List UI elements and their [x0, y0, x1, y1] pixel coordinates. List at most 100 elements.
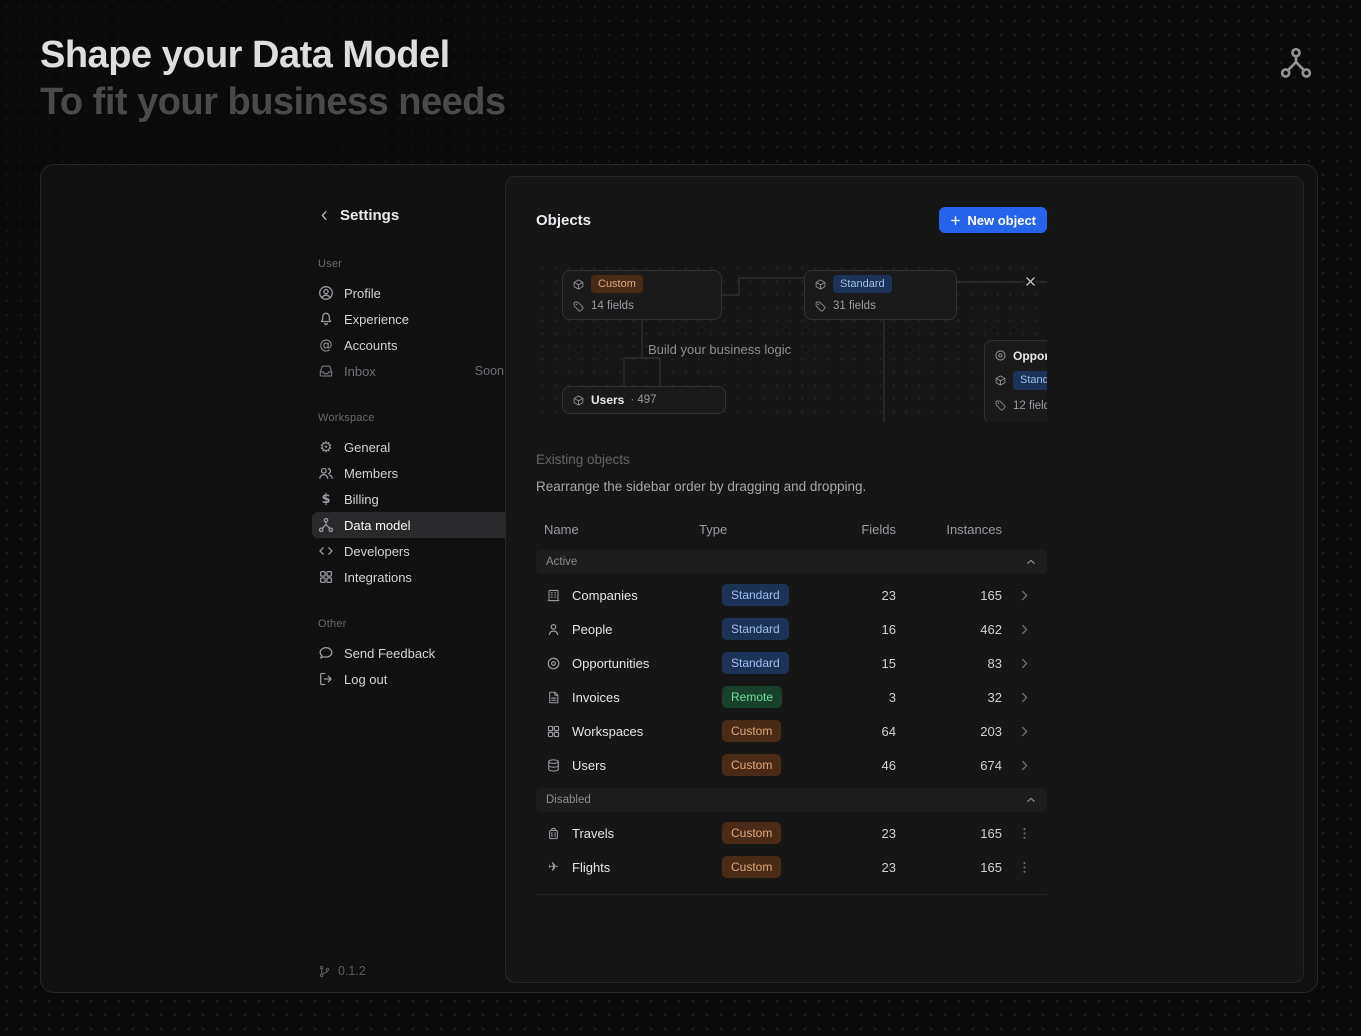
chevron-right-icon[interactable]: [1017, 690, 1032, 705]
sidebar-item-developers[interactable]: Developers: [312, 538, 510, 564]
canvas-node-standard[interactable]: Standard 31 fields: [804, 270, 957, 320]
table-row-users[interactable]: Users Custom 46 674: [536, 748, 1047, 782]
group-header-active[interactable]: Active: [536, 550, 1047, 574]
table-row-flights[interactable]: ✈ Flights Custom 23 165: [536, 850, 1047, 884]
sidebar-item-profile[interactable]: Profile: [312, 280, 510, 306]
type-badge: Standard: [722, 618, 789, 640]
sidebar-item-label: Data model: [344, 518, 410, 533]
data-model-canvas[interactable]: Custom 14 fields Standard 31 fields: [536, 262, 1047, 422]
table-row-invoices[interactable]: Invoices Remote 3 32: [536, 680, 1047, 714]
chevron-right-icon[interactable]: [1017, 622, 1032, 637]
instances-count: 165: [896, 588, 1002, 603]
sidebar-item-billing[interactable]: $ Billing: [312, 486, 510, 512]
sidebar-item-integrations[interactable]: Integrations: [312, 564, 510, 590]
git-branch-icon: [318, 965, 331, 978]
database-icon: [546, 758, 561, 773]
instances-count: 165: [896, 826, 1002, 841]
column-type: Type: [699, 522, 839, 537]
dots-vertical-icon[interactable]: [1017, 860, 1032, 875]
section-label-workspace: Workspace: [318, 412, 504, 424]
canvas-node-opportunities[interactable]: Opportunities Standard 12 fields: [984, 340, 1047, 422]
objects-card: Objects New object Custom: [505, 176, 1304, 983]
sidebar-item-data-model[interactable]: Data model: [312, 512, 510, 538]
inbox-icon: [318, 363, 334, 379]
sidebar-item-label: Inbox: [344, 364, 376, 379]
table-row-people[interactable]: People Standard 16 462: [536, 612, 1047, 646]
table-row-travels[interactable]: Travels Custom 23 165: [536, 816, 1047, 850]
cube-icon: [994, 374, 1007, 387]
table-row-companies[interactable]: Companies Standard 23 165: [536, 578, 1047, 612]
fields-label: 12 fields: [1013, 400, 1047, 412]
sidebar-item-label: Profile: [344, 286, 381, 301]
sidebar-item-inbox: Inbox Soon: [312, 358, 510, 384]
type-badge: Standard: [1013, 371, 1047, 390]
sidebar-item-send-feedback[interactable]: Send Feedback: [312, 640, 510, 666]
close-icon[interactable]: [1023, 274, 1038, 289]
chevron-up-icon[interactable]: [1025, 556, 1037, 568]
object-name: People: [572, 622, 612, 637]
node-title: Users: [591, 393, 624, 407]
chevron-right-icon[interactable]: [1017, 588, 1032, 603]
chevron-right-icon[interactable]: [1017, 656, 1032, 671]
canvas-caption: Build your business logic: [648, 342, 791, 357]
group-label: Active: [546, 556, 577, 568]
new-object-button[interactable]: New object: [939, 207, 1047, 233]
logout-icon: [318, 671, 334, 687]
app-version: 0.1.2: [318, 964, 504, 978]
type-badge: Remote: [722, 686, 782, 708]
objects-title: Objects: [536, 212, 591, 229]
fields-count: 46: [839, 758, 896, 773]
table-row-workspaces[interactable]: Workspaces Custom 64 203: [536, 714, 1047, 748]
sidebar-item-accounts[interactable]: @ Accounts: [312, 332, 510, 358]
fields-label: 14 fields: [591, 300, 634, 312]
fields-count: 23: [839, 860, 896, 875]
column-fields: Fields: [839, 522, 896, 537]
canvas-node-custom[interactable]: Custom 14 fields: [562, 270, 722, 320]
sidebar-item-log-out[interactable]: Log out: [312, 666, 510, 692]
node-count: · 497: [630, 394, 656, 406]
target-icon: [994, 349, 1007, 362]
chevron-up-icon[interactable]: [1025, 794, 1037, 806]
chevron-right-icon[interactable]: [1017, 724, 1032, 739]
cube-icon: [572, 394, 585, 407]
share-nodes-icon: [1279, 46, 1313, 80]
gear-icon: ⚙: [318, 439, 334, 455]
table-row-opportunities[interactable]: Opportunities Standard 15 83: [536, 646, 1047, 680]
existing-objects-heading: Existing objects: [536, 452, 1047, 467]
sidebar-item-label: Accounts: [344, 338, 397, 353]
dots-vertical-icon[interactable]: [1017, 826, 1032, 841]
fields-label: 31 fields: [833, 300, 876, 312]
sidebar-section-workspace: Workspace ⚙ General Members $ Billing Da…: [318, 412, 504, 590]
column-name: Name: [536, 522, 699, 537]
sidebar-item-experience[interactable]: Experience: [312, 306, 510, 332]
dollar-icon: $: [318, 491, 334, 507]
existing-objects-description: Rearrange the sidebar order by dragging …: [536, 479, 1047, 494]
type-badge: Custom: [722, 856, 781, 878]
object-name: Invoices: [572, 690, 620, 705]
sidebar-item-label: Experience: [344, 312, 409, 327]
settings-panel: Settings User Profile Experience @ Accou…: [40, 164, 1318, 993]
object-name: Travels: [572, 826, 614, 841]
settings-back[interactable]: Settings: [318, 207, 504, 224]
canvas-node-users[interactable]: Users · 497: [562, 386, 726, 414]
instances-count: 203: [896, 724, 1002, 739]
code-icon: [318, 543, 334, 559]
group-header-disabled[interactable]: Disabled: [536, 788, 1047, 812]
sidebar-section-user: User Profile Experience @ Accounts Inbox…: [318, 258, 504, 384]
instances-count: 83: [896, 656, 1002, 671]
sidebar-section-other: Other Send Feedback Log out: [318, 618, 504, 692]
tag-icon: [814, 300, 827, 313]
sidebar-item-label: Billing: [344, 492, 379, 507]
sidebar-item-label: Log out: [344, 672, 387, 687]
sidebar-item-general[interactable]: ⚙ General: [312, 434, 510, 460]
target-icon: [546, 656, 561, 671]
type-badge: Custom: [722, 754, 781, 776]
node-title: Opportunities: [1013, 349, 1047, 363]
sidebar-item-members[interactable]: Members: [312, 460, 510, 486]
person-icon: [546, 622, 561, 637]
group-label: Disabled: [546, 794, 591, 806]
cube-icon: [814, 278, 827, 291]
fields-count: 16: [839, 622, 896, 637]
chevron-right-icon[interactable]: [1017, 758, 1032, 773]
fields-count: 23: [839, 826, 896, 841]
